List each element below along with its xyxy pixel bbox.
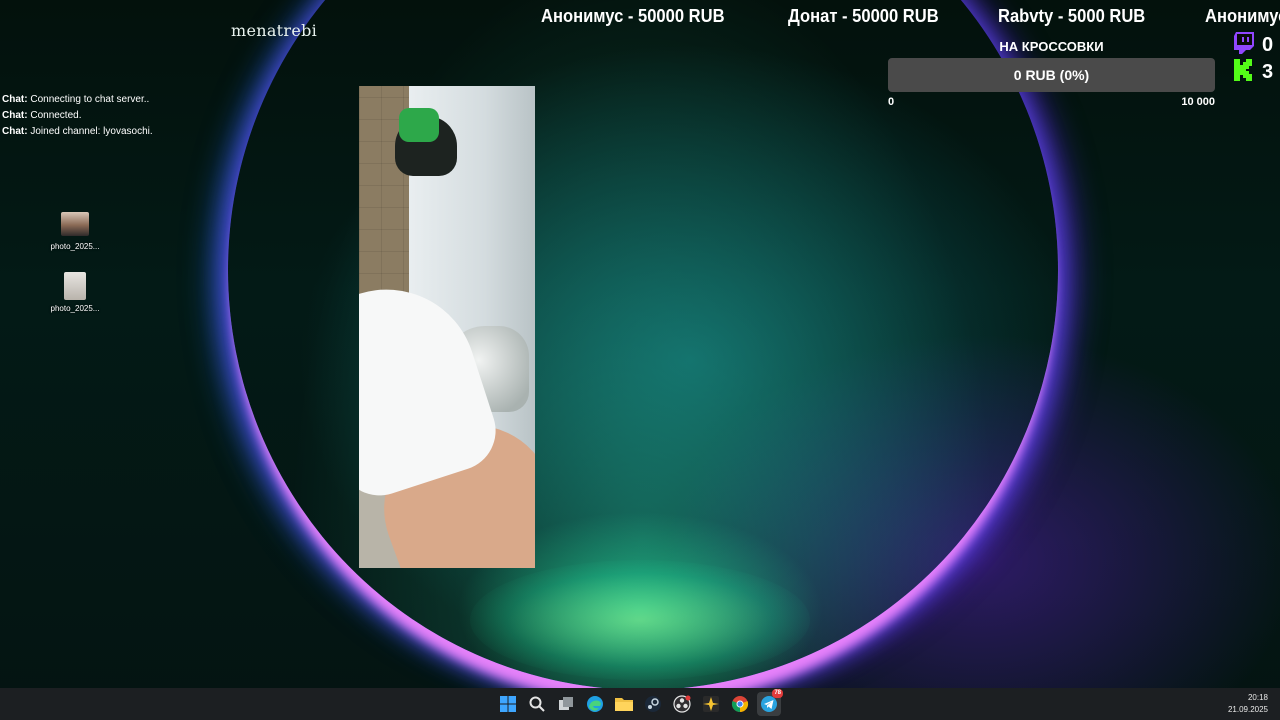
viewer-counts: 0 3 xyxy=(1234,32,1273,86)
steam-icon[interactable] xyxy=(641,692,665,716)
ticker-item: Анонимус - 50000 RUB xyxy=(1205,6,1280,26)
search-icon[interactable] xyxy=(525,692,549,716)
goal-title: НА КРОССОВКИ xyxy=(999,39,1104,54)
channel-name: menatrebi xyxy=(231,21,318,40)
chat-prefix: Chat: xyxy=(2,94,28,105)
file-explorer-icon[interactable] xyxy=(612,692,636,716)
chat-prefix: Chat: xyxy=(2,110,28,121)
chat-text: Connected. xyxy=(30,110,82,121)
obs-icon[interactable] xyxy=(670,692,694,716)
chrome-icon[interactable] xyxy=(728,692,752,716)
clock-date: 21.09.2025 xyxy=(1227,705,1268,714)
chat-line: Chat: Connected. xyxy=(2,108,153,124)
wallpaper-glow xyxy=(470,560,810,680)
chat-line: Chat: Connecting to chat server.. xyxy=(2,92,153,108)
donation-ticker: Анонимус - 50000 RUB Донат - 50000 RUB R… xyxy=(541,5,1280,27)
chat-prefix: Chat: xyxy=(2,126,28,137)
system-clock[interactable]: 20:18 21.09.2025 xyxy=(1228,692,1268,716)
chat-text: Joined channel: lyovasochi. xyxy=(30,126,153,137)
kick-viewer-count: 3 xyxy=(1262,61,1274,83)
clock-time: 20:18 xyxy=(1247,693,1268,702)
edge-browser-icon[interactable] xyxy=(583,692,607,716)
ticker-item: Анонимус - 50000 RUB xyxy=(541,6,725,26)
desktop-icon-photo[interactable]: photo_2025... xyxy=(45,212,105,251)
goal-scale: 0 10 000 xyxy=(888,96,1215,108)
desktop-screen: menatrebi Анонимус - 50000 RUB Донат - 5… xyxy=(0,0,1280,720)
chat-text: Connecting to chat server.. xyxy=(30,94,150,105)
kick-icon xyxy=(1234,59,1254,86)
chat-line: Chat: Joined channel: lyovasochi. xyxy=(2,124,153,140)
goal-progress-text: 0 RUB (0%) xyxy=(1013,67,1090,83)
winamp-icon[interactable] xyxy=(699,692,723,716)
telegram-icon[interactable]: 78 xyxy=(757,689,783,716)
webcam-hanging-bag-accent xyxy=(399,108,439,142)
desktop-icon-photo[interactable]: photo_2025... xyxy=(45,272,105,313)
windows-start-icon[interactable] xyxy=(496,692,520,716)
viewer-row-kick: 3 xyxy=(1234,59,1273,86)
telegram-unread-badge: 78 xyxy=(772,689,783,698)
taskbar-icons: 78 xyxy=(496,689,783,716)
webcam-feed xyxy=(359,86,535,568)
desktop-icon-label: photo_2025... xyxy=(50,304,100,313)
taskbar: 78 20:18 21.09.2025 xyxy=(0,688,1280,720)
twitch-icon xyxy=(1234,32,1254,59)
chat-log: Chat: Connecting to chat server.. Chat: … xyxy=(2,92,153,140)
goal-scale-max: 10 000 xyxy=(1181,96,1215,108)
goal-progress-bar: 0 RUB (0%) xyxy=(888,58,1215,92)
donation-goal-widget: НА КРОССОВКИ 0 RUB (0%) 0 10 000 xyxy=(888,38,1215,108)
goal-scale-min: 0 xyxy=(888,96,895,108)
photo-thumbnail-icon xyxy=(61,212,89,236)
task-view-icon[interactable] xyxy=(554,692,578,716)
ticker-item: Rabvty - 5000 RUB xyxy=(998,6,1146,26)
desktop-icon-label: photo_2025... xyxy=(50,242,100,251)
viewer-row-twitch: 0 xyxy=(1234,32,1273,59)
photo-thumbnail-icon xyxy=(64,272,86,300)
twitch-viewer-count: 0 xyxy=(1262,34,1274,56)
ticker-item: Донат - 50000 RUB xyxy=(787,6,939,26)
